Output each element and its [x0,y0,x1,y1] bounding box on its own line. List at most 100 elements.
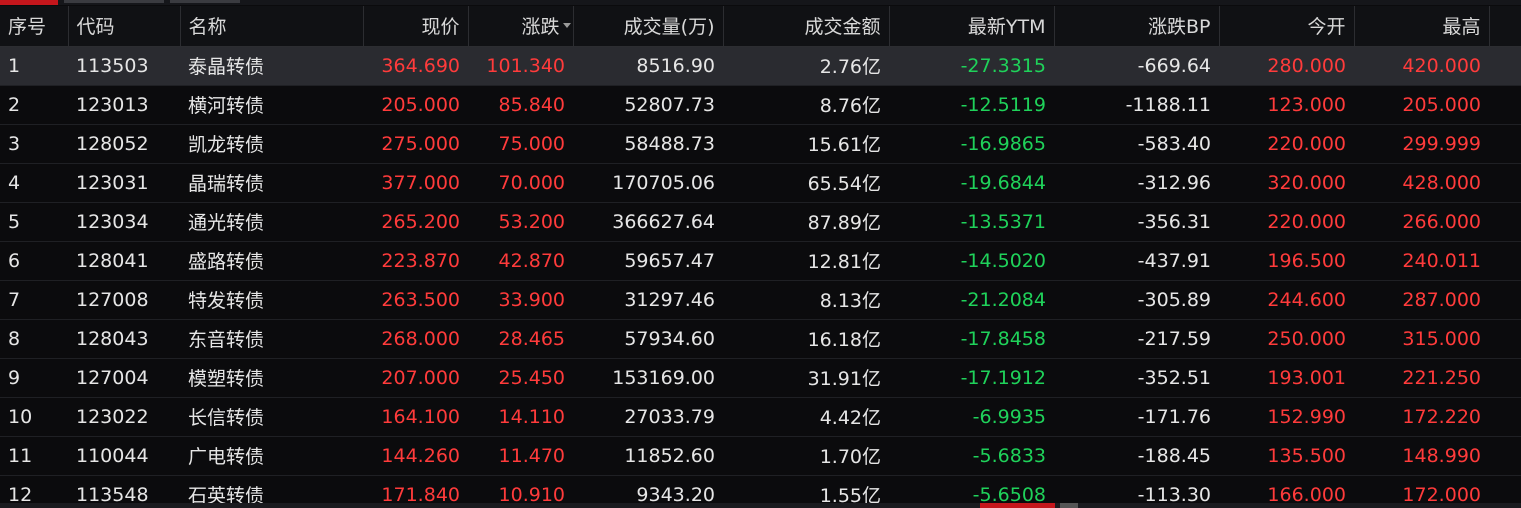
table-row[interactable]: 5 123034 通光转债 265.200 53.200 366627.64 87.89亿 -… [0,202,1521,242]
cell-filler [1489,436,1521,476]
cell-open: 152.990 [1219,397,1354,437]
cell-index: 2 [0,85,68,125]
table-body: 1 113503 泰晶转债 364.690 101.340 8516.90 2.76亿 -27… [0,46,1521,508]
cell-change-bp: -669.64 [1054,46,1219,86]
cell-code: 113503 [68,46,180,86]
cell-name: 模塑转债 [180,358,363,398]
cell-filler [1489,124,1521,164]
col-header-high[interactable]: 最高 [1354,6,1490,47]
cell-change: 11.470 [468,436,573,476]
table-row[interactable]: 10 123022 长信转债 164.100 14.110 27033.79 4.42亿 -6… [0,397,1521,437]
cell-change-bp: -188.45 [1054,436,1219,476]
cell-name: 长信转债 [180,397,363,437]
cell-volume: 31297.46 [573,280,723,320]
cell-code: 128041 [68,241,180,281]
cell-filler [1489,46,1521,86]
cell-high: 428.000 [1354,163,1489,203]
cell-index: 11 [0,436,68,476]
cell-code: 123031 [68,163,180,203]
cell-volume: 57934.60 [573,319,723,359]
cell-volume: 27033.79 [573,397,723,437]
cell-turnover: 15.61亿 [723,124,889,164]
cell-price: 207.000 [363,358,468,398]
cell-change-bp: -217.59 [1054,319,1219,359]
table-row[interactable]: 9 127004 模塑转债 207.000 25.450 153169.00 31.91亿 -… [0,358,1521,398]
col-header-code[interactable]: 代码 [68,6,181,47]
cell-high: 221.250 [1354,358,1489,398]
cell-change: 42.870 [468,241,573,281]
col-header-name[interactable]: 名称 [180,6,364,47]
cell-filler [1489,397,1521,437]
cell-change-bp: -352.51 [1054,358,1219,398]
col-header-open[interactable]: 今开 [1219,6,1355,47]
table-row[interactable]: 3 128052 凯龙转债 275.000 75.000 58488.73 15.61亿 -1… [0,124,1521,164]
table-row[interactable]: 11 110044 广电转债 144.260 11.470 11852.60 1.70亿 -5… [0,436,1521,476]
cell-open: 244.600 [1219,280,1354,320]
col-header-index[interactable]: 序号 [0,6,69,47]
quote-window: 序号 代码 名称 现价 涨跌 成交量(万) 成交金额 最新YTM 涨跌BP 今开… [0,0,1521,508]
col-header-filler [1489,6,1521,47]
cell-change: 14.110 [468,397,573,437]
cell-ytm: -16.9865 [889,124,1054,164]
cell-high: 148.990 [1354,436,1489,476]
active-tab-marker[interactable] [0,0,58,5]
cell-index: 10 [0,397,68,437]
tab-marker[interactable] [64,0,164,3]
cell-name: 横河转债 [180,85,363,125]
cell-open: 320.000 [1219,163,1354,203]
cell-volume: 8516.90 [573,46,723,86]
cell-index: 5 [0,202,68,242]
cell-change: 28.465 [468,319,573,359]
cell-change: 70.000 [468,163,573,203]
cell-ytm: -6.9935 [889,397,1054,437]
cell-change: 75.000 [468,124,573,164]
scroll-position-marker [980,503,1055,508]
cell-change: 85.840 [468,85,573,125]
cell-name: 东音转债 [180,319,363,359]
cell-price: 268.000 [363,319,468,359]
table-row[interactable]: 8 128043 东音转债 268.000 28.465 57934.60 16.18亿 -1… [0,319,1521,359]
cell-change-bp: -356.31 [1054,202,1219,242]
cell-code: 128043 [68,319,180,359]
cell-open: 220.000 [1219,202,1354,242]
cell-code: 123022 [68,397,180,437]
table-row[interactable]: 6 128041 盛路转债 223.870 42.870 59657.47 12.81亿 -1… [0,241,1521,281]
table-row[interactable]: 2 123013 横河转债 205.000 85.840 52807.73 8.76亿 -12… [0,85,1521,125]
col-header-change[interactable]: 涨跌 [468,6,574,47]
cell-index: 6 [0,241,68,281]
cell-open: 123.000 [1219,85,1354,125]
cell-change-bp: -437.91 [1054,241,1219,281]
table-row[interactable]: 7 127008 特发转债 263.500 33.900 31297.46 8.13亿 -21… [0,280,1521,320]
cell-change-bp: -312.96 [1054,163,1219,203]
col-header-ytm[interactable]: 最新YTM [889,6,1055,47]
cell-high: 172.220 [1354,397,1489,437]
cell-ytm: -17.1912 [889,358,1054,398]
col-header-change-bp[interactable]: 涨跌BP [1054,6,1220,47]
col-header-volume[interactable]: 成交量(万) [573,6,724,47]
horizontal-scrollbar[interactable] [0,503,1521,508]
scroll-thumb[interactable] [1060,503,1078,508]
table-row[interactable]: 4 123031 晶瑞转债 377.000 70.000 170705.06 65.54亿 -… [0,163,1521,203]
cell-filler [1489,85,1521,125]
cell-volume: 11852.60 [573,436,723,476]
cell-ytm: -21.2084 [889,280,1054,320]
cell-price: 364.690 [363,46,468,86]
cell-filler [1489,241,1521,281]
cell-turnover: 31.91亿 [723,358,889,398]
cell-turnover: 8.76亿 [723,85,889,125]
cell-ytm: -17.8458 [889,319,1054,359]
cell-price: 164.100 [363,397,468,437]
col-header-price[interactable]: 现价 [363,6,469,47]
cell-change: 25.450 [468,358,573,398]
cell-turnover: 2.76亿 [723,46,889,86]
table-header-row: 序号 代码 名称 现价 涨跌 成交量(万) 成交金额 最新YTM 涨跌BP 今开… [0,6,1521,47]
cell-change: 33.900 [468,280,573,320]
col-header-turnover[interactable]: 成交金额 [723,6,890,47]
cell-price: 275.000 [363,124,468,164]
table-row[interactable]: 1 113503 泰晶转债 364.690 101.340 8516.90 2.76亿 -27… [0,46,1521,86]
cell-volume: 59657.47 [573,241,723,281]
bond-quote-table: 序号 代码 名称 现价 涨跌 成交量(万) 成交金额 最新YTM 涨跌BP 今开… [0,6,1521,508]
tab-marker[interactable] [170,0,240,3]
cell-index: 9 [0,358,68,398]
cell-name: 晶瑞转债 [180,163,363,203]
